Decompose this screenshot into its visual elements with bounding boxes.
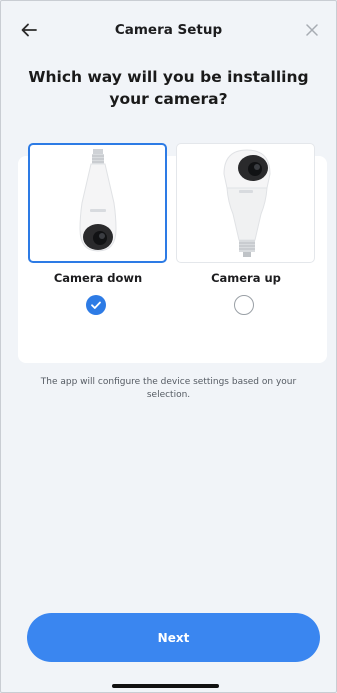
option-camera-up[interactable]: Camera up <box>176 143 316 343</box>
radio-camera-up[interactable] <box>234 295 254 315</box>
option-label-camera-down: Camera down <box>53 271 143 285</box>
radio-camera-down[interactable] <box>86 295 106 315</box>
selection-note: The app will configure the device settin… <box>40 377 297 400</box>
page-title: Camera Setup <box>114 22 223 38</box>
camera-up-image-box[interactable] <box>176 143 315 263</box>
camera-bulb-down-icon <box>79 149 117 252</box>
option-label-camera-up: Camera up <box>211 271 281 285</box>
camera-bulb-up-icon <box>223 149 271 257</box>
check-icon <box>91 301 101 309</box>
option-camera-down[interactable]: Camera down <box>28 143 168 343</box>
options-card: Camera down Camera up <box>18 143 327 363</box>
camera-down-image-box[interactable] <box>28 143 167 263</box>
close-button[interactable] <box>299 17 325 43</box>
home-indicator <box>112 684 219 688</box>
close-icon <box>306 24 318 36</box>
next-button[interactable]: Next <box>27 613 320 662</box>
installation-question: Which way will you be installing your ca… <box>28 68 309 108</box>
header: Camera Setup <box>0 0 337 62</box>
